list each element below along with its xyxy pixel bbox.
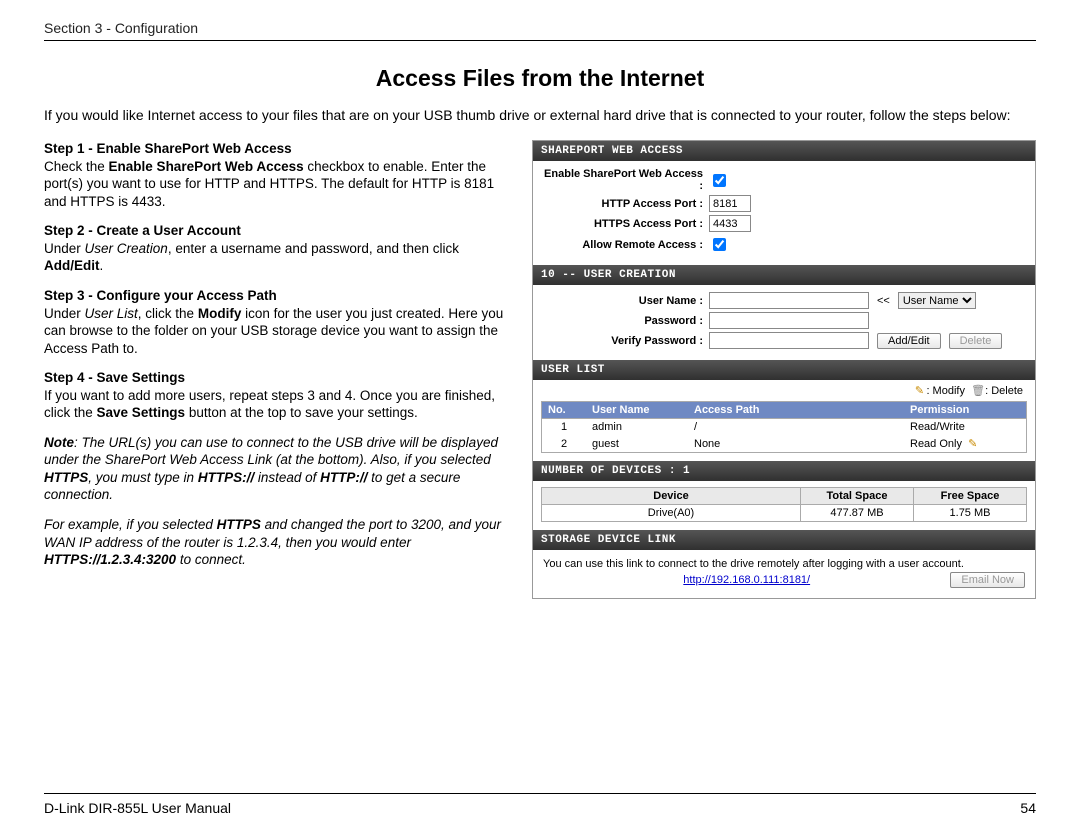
enable-shareport-label: Enable SharePort Web Access : xyxy=(543,168,709,192)
instructions-column: Step 1 - Enable SharePort Web Access Che… xyxy=(44,140,514,580)
panel-header-user-creation: 10 -- USER CREATION xyxy=(533,265,1035,285)
col-perm: Permission xyxy=(904,402,1027,419)
table-row: Drive(A0) 477.87 MB 1.75 MB xyxy=(542,505,1027,522)
col-total-space: Total Space xyxy=(801,488,914,505)
note1-d: HTTPS:// xyxy=(198,470,254,485)
page-title: Access Files from the Internet xyxy=(44,65,1036,92)
note2-d: HTTPS://1.2.3.4:3200 xyxy=(44,552,176,567)
col-path: Access Path xyxy=(688,402,904,419)
add-edit-button[interactable]: Add/Edit xyxy=(877,333,941,349)
note2-b: HTTPS xyxy=(217,517,261,532)
https-port-label: HTTPS Access Port : xyxy=(543,218,709,230)
username-select[interactable]: User Name xyxy=(898,292,976,309)
footer-page-number: 54 xyxy=(1020,800,1036,816)
panel-header-shareport: SHAREPORT WEB ACCESS xyxy=(533,141,1035,161)
step3-text-b: User List xyxy=(85,306,138,321)
note2-e: to connect. xyxy=(176,552,246,567)
https-port-input[interactable] xyxy=(709,215,751,232)
step2-text-c: , enter a username and password, and the… xyxy=(168,241,459,256)
panel-header-storage-link: STORAGE DEVICE LINK xyxy=(533,530,1035,550)
delete-icon: 🗑 xyxy=(971,384,985,397)
col-user: User Name xyxy=(586,402,688,419)
user-list-table: No. User Name Access Path Permission 1 a… xyxy=(541,401,1027,453)
step1-title: Step 1 - Enable SharePort Web Access xyxy=(44,141,292,156)
delete-button[interactable]: Delete xyxy=(949,333,1003,349)
devices-table: Device Total Space Free Space Drive(A0) … xyxy=(541,487,1027,522)
http-port-input[interactable] xyxy=(709,195,751,212)
col-no: No. xyxy=(542,402,587,419)
note1-f: HTTP:// xyxy=(320,470,367,485)
user-list-legend: ✎: Modify 🗑: Delete xyxy=(533,380,1035,397)
table-row: 1 admin / Read/Write xyxy=(542,419,1027,436)
username-label: User Name : xyxy=(543,295,709,307)
verify-password-input[interactable] xyxy=(709,332,869,349)
http-port-label: HTTP Access Port : xyxy=(543,198,709,210)
footer-manual-name: D-Link DIR-855L User Manual xyxy=(44,800,231,816)
storage-desc: You can use this link to connect to the … xyxy=(533,550,1035,572)
panel-header-user-list: USER LIST xyxy=(533,360,1035,380)
step4-text-c: button at the top to save your settings. xyxy=(185,405,418,420)
note1-e: instead of xyxy=(254,470,320,485)
note2-a: For example, if you selected xyxy=(44,517,217,532)
email-now-button[interactable]: Email Now xyxy=(950,572,1025,588)
note1-a: : The URL(s) you can use to connect to t… xyxy=(44,435,498,468)
step3-text-a: Under xyxy=(44,306,85,321)
step2-text-a: Under xyxy=(44,241,85,256)
copy-arrow: << xyxy=(877,295,890,307)
page-section-header: Section 3 - Configuration xyxy=(44,20,1036,41)
allow-remote-checkbox[interactable] xyxy=(713,238,726,251)
password-label: Password : xyxy=(543,315,709,327)
storage-device-link[interactable]: http://192.168.0.111:8181/ xyxy=(543,574,950,586)
step2-text-d: Add/Edit xyxy=(44,258,100,273)
router-ui-panel: SHAREPORT WEB ACCESS Enable SharePort We… xyxy=(532,140,1036,599)
allow-remote-label: Allow Remote Access : xyxy=(543,239,709,251)
modify-icon[interactable]: ✎ xyxy=(968,438,977,450)
step4-title: Step 4 - Save Settings xyxy=(44,370,185,385)
table-row: 2 guest None Read Only ✎ xyxy=(542,435,1027,453)
enable-shareport-checkbox[interactable] xyxy=(713,174,726,187)
step2-text-e: . xyxy=(100,258,104,273)
step1-text-a: Check the xyxy=(44,159,109,174)
username-input[interactable] xyxy=(709,292,869,309)
step3-text-c: , click the xyxy=(138,306,198,321)
step2-text-b: User Creation xyxy=(85,241,168,256)
col-device: Device xyxy=(542,488,801,505)
col-free-space: Free Space xyxy=(914,488,1027,505)
intro-text: If you would like Internet access to you… xyxy=(44,106,1036,124)
step3-text-d: Modify xyxy=(198,306,242,321)
step1-text-b: Enable SharePort Web Access xyxy=(109,159,304,174)
note1-b: HTTPS xyxy=(44,470,88,485)
modify-icon: ✎ xyxy=(912,384,926,397)
step3-title: Step 3 - Configure your Access Path xyxy=(44,288,277,303)
panel-header-devices: NUMBER OF DEVICES : 1 xyxy=(533,461,1035,481)
note1-c: , you must type in xyxy=(88,470,198,485)
step2-title: Step 2 - Create a User Account xyxy=(44,223,241,238)
password-input[interactable] xyxy=(709,312,869,329)
verify-password-label: Verify Password : xyxy=(543,335,709,347)
note-lead: Note xyxy=(44,435,74,450)
step4-text-b: Save Settings xyxy=(97,405,186,420)
